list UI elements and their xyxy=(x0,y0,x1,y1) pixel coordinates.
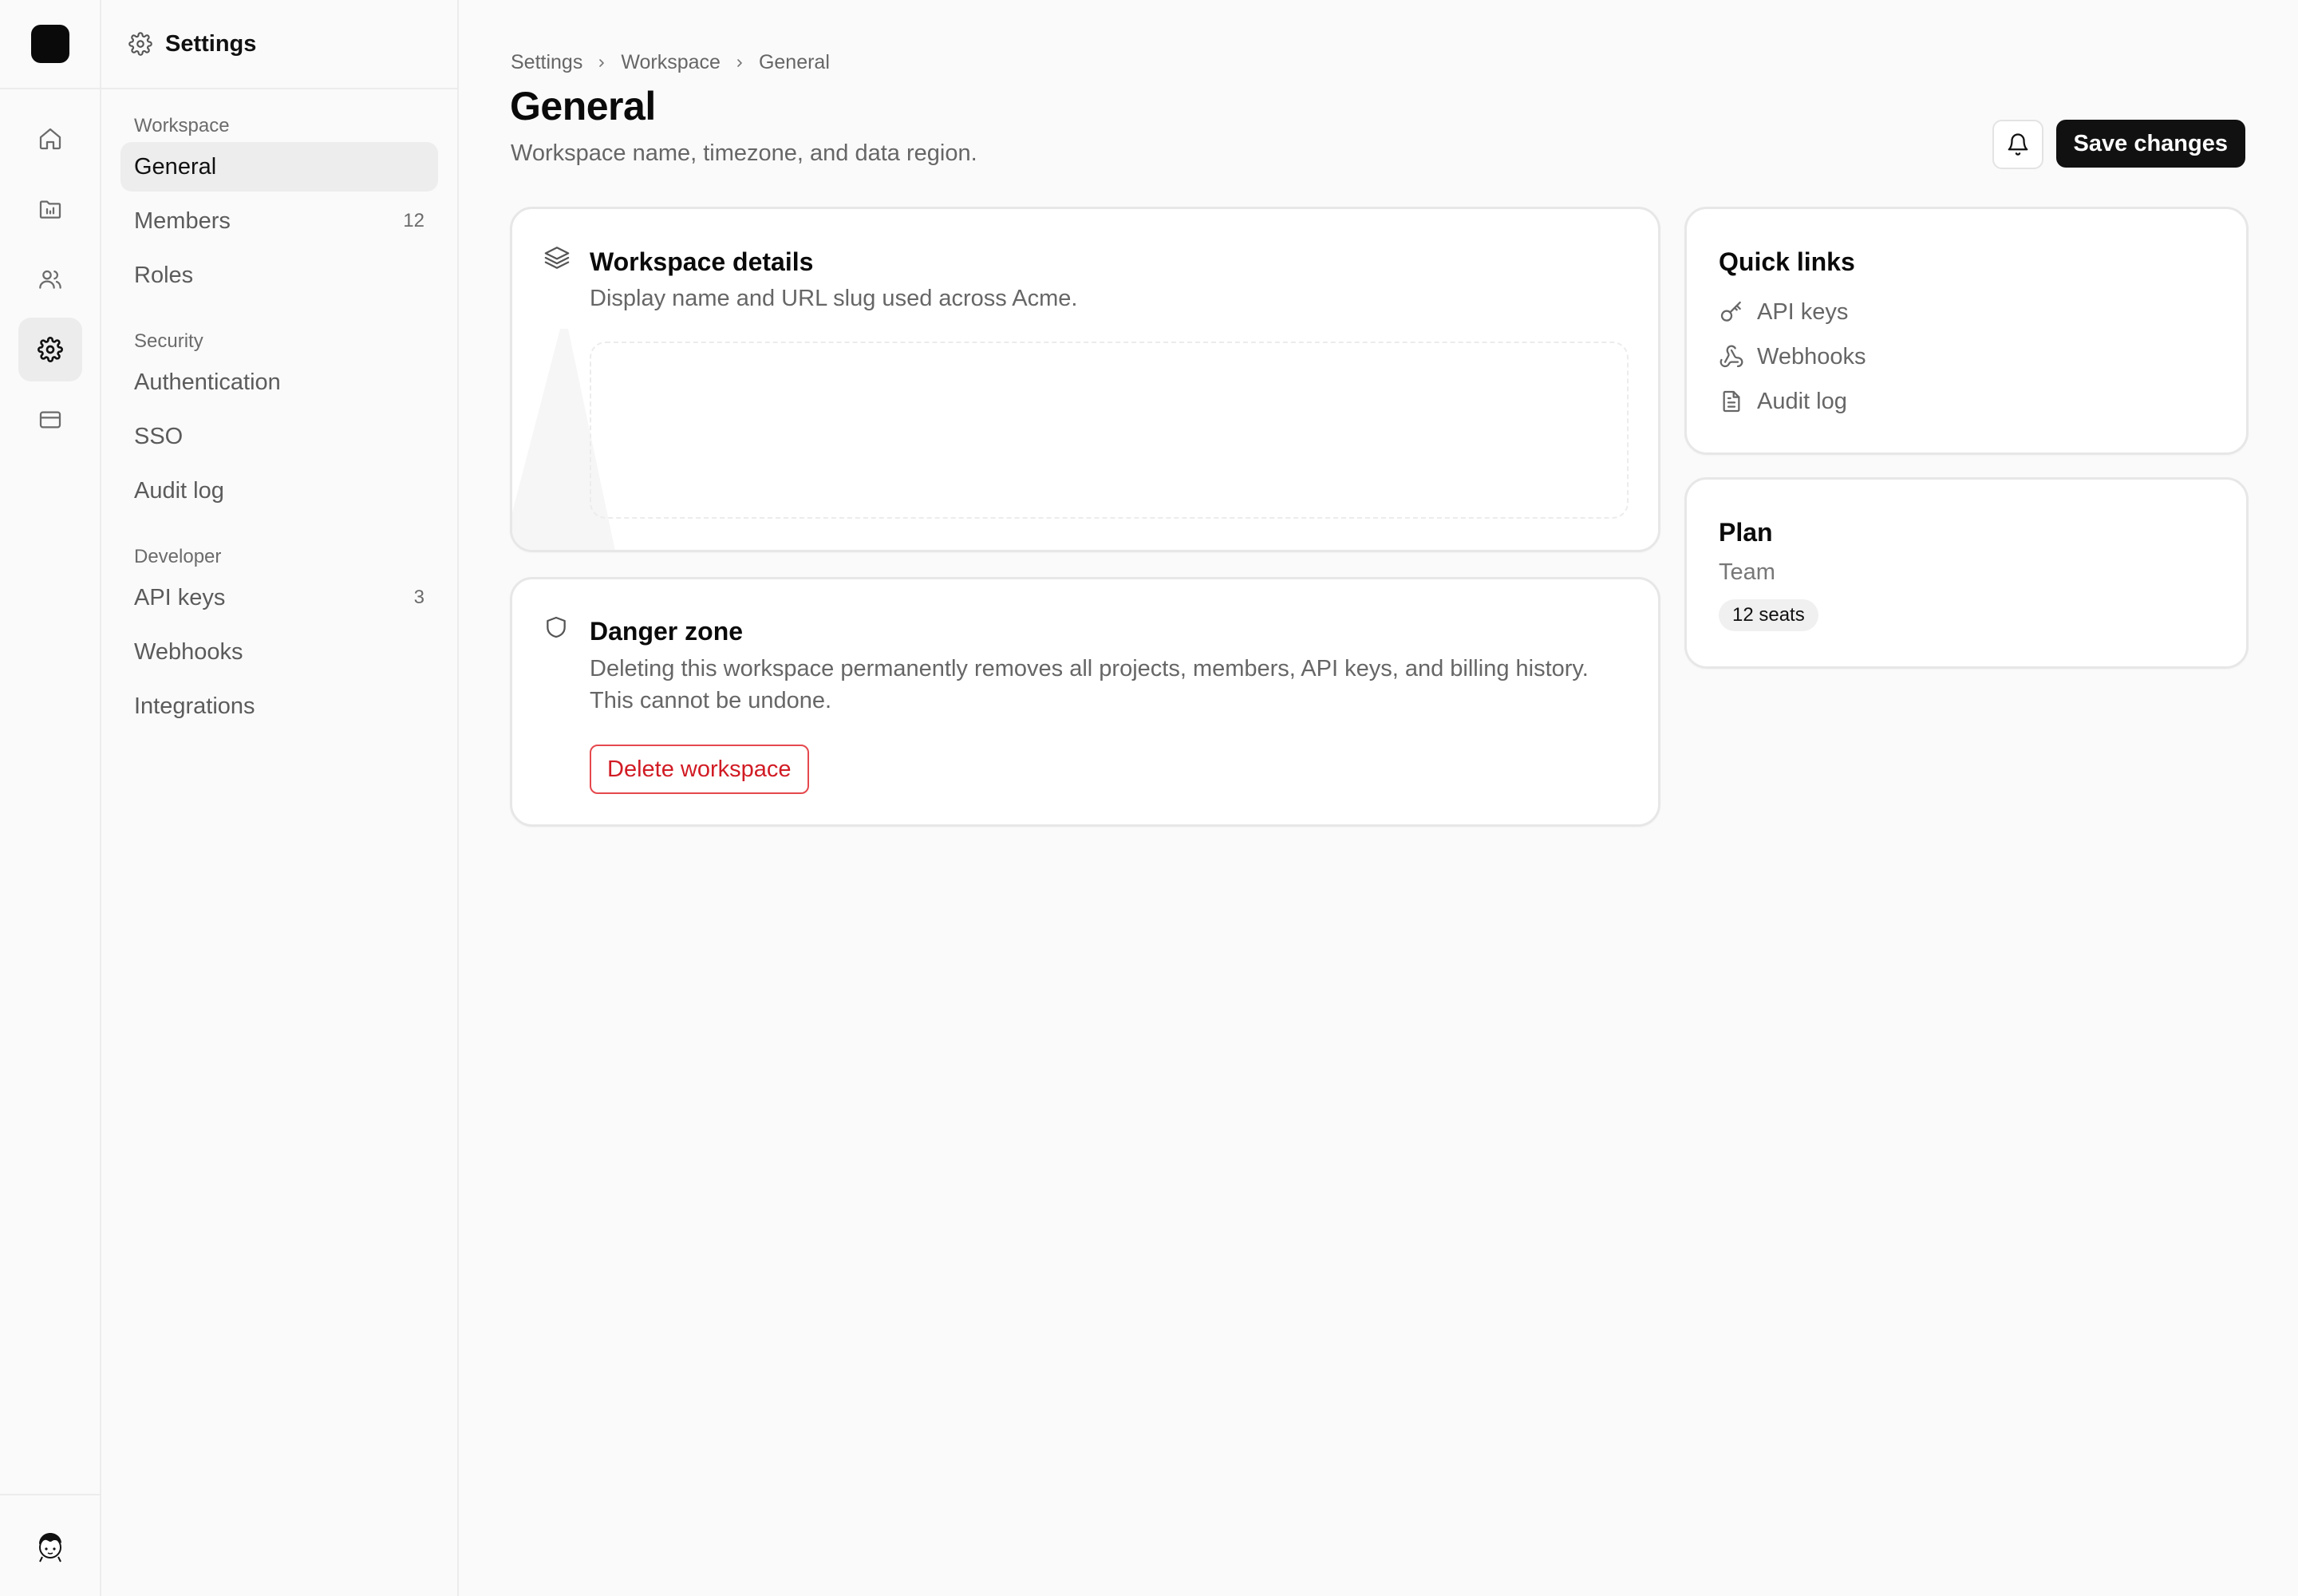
user-avatar[interactable] xyxy=(33,1528,68,1563)
users-icon xyxy=(38,270,61,289)
card-description-line-1: Deleting this workspace permanently remo… xyxy=(590,656,1589,681)
breadcrumb: Settings Workspace General xyxy=(511,51,830,74)
card-icon xyxy=(39,411,61,429)
sidebar-item-authentication[interactable]: Authentication xyxy=(120,358,438,407)
quick-link-label: Audit log xyxy=(1757,388,1847,414)
quick-links-card: Quick links API keys Webhooks Audit log xyxy=(1684,207,2249,455)
sidebar-item-audit-log[interactable]: Audit log xyxy=(120,466,438,516)
rail-billing-button[interactable] xyxy=(18,388,82,452)
sidebar-group-label: Developer xyxy=(134,546,222,567)
shield-icon xyxy=(547,616,566,638)
notifications-button[interactable] xyxy=(1992,120,2043,169)
workspace-details-card: Workspace details Display name and URL s… xyxy=(510,207,1660,552)
sidebar-group-developer: Developer API keys 3 Webhooks Integratio… xyxy=(101,516,457,731)
rail-home-button[interactable] xyxy=(18,107,82,171)
breadcrumb-workspace[interactable]: Workspace xyxy=(621,51,721,74)
sidebar-item-general[interactable]: General xyxy=(120,142,438,192)
logo-area xyxy=(0,0,100,89)
sidebar-item-label: Members xyxy=(134,207,231,234)
quick-link-webhooks[interactable]: Webhooks xyxy=(1719,343,1866,370)
delete-workspace-button[interactable]: Delete workspace xyxy=(590,745,809,794)
sidebar-group-security: Security Authentication SSO Audit log xyxy=(101,300,457,516)
document-icon xyxy=(1723,390,1740,413)
card-title: Danger zone xyxy=(590,617,744,646)
api-keys-count: 3 xyxy=(413,587,424,608)
sidebar-item-members[interactable]: Members 12 xyxy=(120,196,438,246)
rail-settings-button[interactable] xyxy=(18,318,82,381)
chevron-right-icon xyxy=(599,58,605,67)
chevron-right-icon xyxy=(737,58,742,67)
key-icon xyxy=(1720,301,1741,322)
sidebar-item-label: SSO xyxy=(134,423,184,449)
sidebar-item-label: Webhooks xyxy=(134,638,243,665)
rail-footer xyxy=(0,1494,100,1596)
card-description-line-2: This cannot be undone. xyxy=(590,688,832,713)
sidebar-item-webhooks[interactable]: Webhooks xyxy=(120,627,438,677)
rail-nav xyxy=(0,89,100,452)
quick-link-label: API keys xyxy=(1757,298,1849,325)
sidebar-header: Settings xyxy=(101,0,457,89)
webhook-icon xyxy=(1720,345,1743,368)
card-title: Plan xyxy=(1719,518,1773,547)
card-title: Workspace details xyxy=(590,247,814,276)
plan-name: Team xyxy=(1719,559,1775,585)
quick-link-api-keys[interactable]: API keys xyxy=(1719,298,1866,326)
sidebar-item-label: Roles xyxy=(134,262,194,288)
plan-card: Plan Team 12 seats xyxy=(1684,477,2249,669)
sidebar-item-label: Authentication xyxy=(134,369,281,395)
sidebar-item-label: API keys xyxy=(134,584,226,610)
sidebar-group-label: Security xyxy=(134,330,203,352)
rail-projects-button[interactable] xyxy=(18,177,82,241)
quick-link-label: Webhooks xyxy=(1757,343,1866,369)
breadcrumb-settings[interactable]: Settings xyxy=(511,51,582,74)
page-subtitle: Workspace name, timezone, and data regio… xyxy=(511,140,977,166)
sidebar-group-workspace: Workspace General Members 12 Roles xyxy=(101,89,457,300)
card-title: Quick links xyxy=(1719,247,1855,276)
workspace-form-placeholder xyxy=(590,342,1629,519)
sidebar-item-api-keys[interactable]: API keys 3 xyxy=(120,573,438,622)
sidebar-item-label: General xyxy=(134,153,217,180)
members-count: 12 xyxy=(403,210,424,231)
header-actions: Save changes xyxy=(1992,120,2245,169)
sidebar-item-integrations[interactable]: Integrations xyxy=(120,681,438,731)
main-content: Settings Workspace General General Works… xyxy=(459,0,2298,1596)
app-logo[interactable] xyxy=(30,25,69,63)
rail-team-button[interactable] xyxy=(18,247,82,311)
breadcrumb-general: General xyxy=(758,51,830,73)
layers-icon xyxy=(544,247,570,269)
sidebar-item-roles[interactable]: Roles xyxy=(120,251,438,300)
seats-badge: 12 seats xyxy=(1719,599,1818,631)
save-changes-button[interactable]: Save changes xyxy=(2055,120,2245,168)
icon-rail xyxy=(0,0,101,1596)
bell-icon xyxy=(2008,133,2028,156)
sidebar-item-label: Audit log xyxy=(134,477,224,504)
quick-link-audit-log[interactable]: Audit log xyxy=(1719,388,1866,415)
sidebar-item-label: Integrations xyxy=(134,693,255,719)
page-title: General xyxy=(510,84,656,128)
settings-sidebar: Settings Workspace General Members 12 Ro… xyxy=(101,0,459,1596)
settings-icon xyxy=(37,337,63,362)
card-description: Display name and URL slug used across Ac… xyxy=(590,286,1078,311)
sidebar-group-label: Workspace xyxy=(134,115,230,136)
sidebar-title: Settings xyxy=(165,30,257,57)
home-icon xyxy=(39,128,61,150)
quick-links-list: API keys Webhooks Audit log xyxy=(1719,298,1866,415)
sidebar-item-sso[interactable]: SSO xyxy=(120,412,438,461)
folder-icon xyxy=(39,200,61,219)
danger-zone-card: Danger zone Deleting this workspace perm… xyxy=(510,577,1660,827)
settings-icon xyxy=(128,32,152,56)
